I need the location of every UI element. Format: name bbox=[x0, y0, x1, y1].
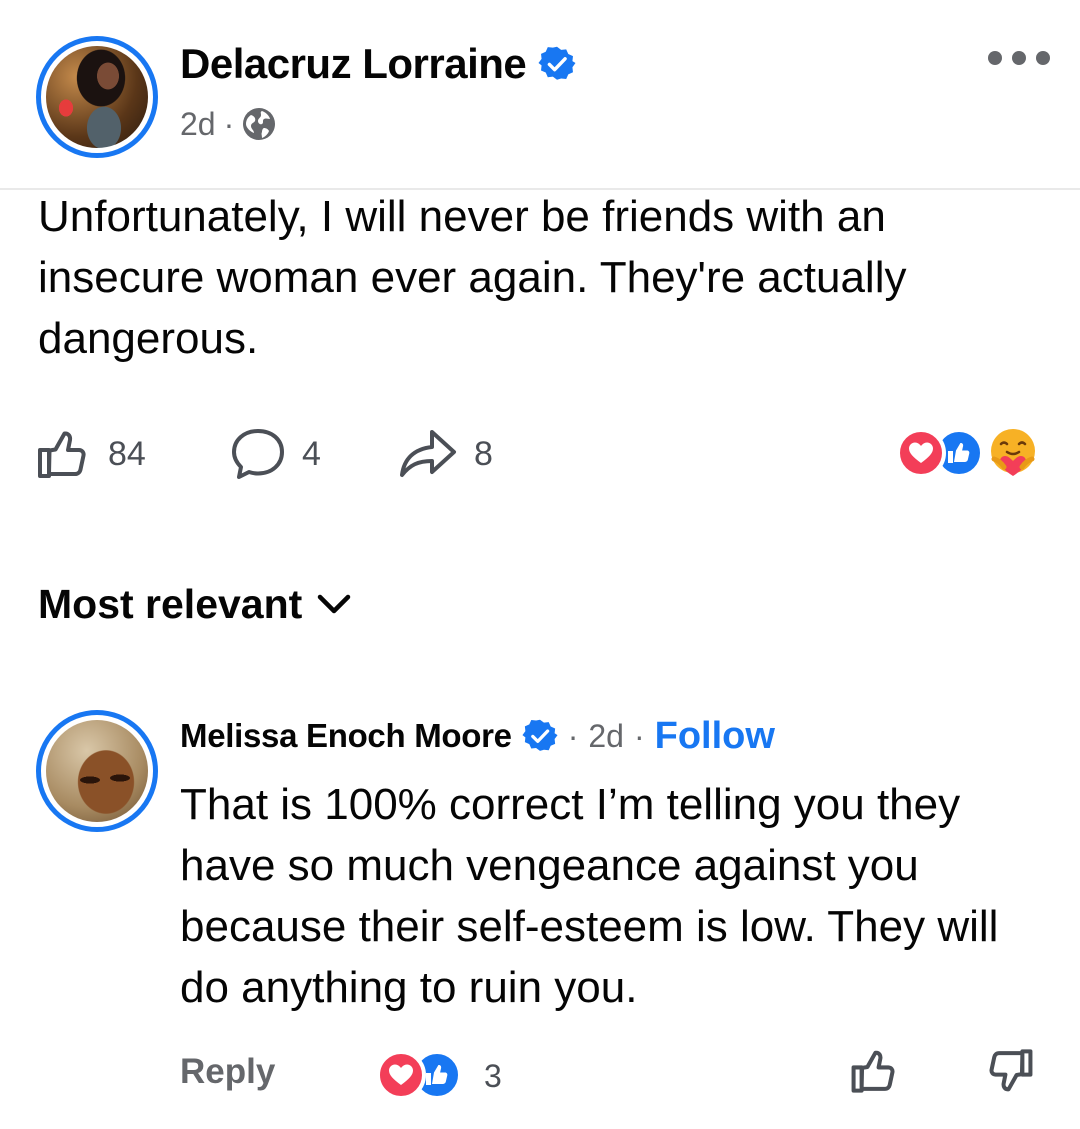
post-author-avatar[interactable] bbox=[36, 36, 158, 158]
commenter-avatar[interactable] bbox=[36, 710, 158, 832]
chevron-down-icon bbox=[318, 594, 351, 614]
comment-header: Melissa Enoch Moore · 2d · Follow bbox=[180, 712, 775, 760]
heart-love-icon bbox=[376, 1050, 426, 1100]
commenter-name[interactable]: Melissa Enoch Moore bbox=[180, 717, 512, 755]
comment-count: 4 bbox=[302, 434, 321, 473]
verified-badge-icon bbox=[538, 46, 576, 80]
share-count: 8 bbox=[474, 434, 493, 473]
more-options-icon[interactable] bbox=[988, 46, 1050, 70]
comment-reactions[interactable]: 3 bbox=[376, 1050, 516, 1100]
comment-text: That is 100% correct I’m telling you the… bbox=[180, 780, 999, 1012]
meta-separator: · bbox=[633, 717, 645, 754]
verified-badge-icon bbox=[522, 719, 558, 751]
share-arrow-icon bbox=[400, 430, 456, 477]
dot bbox=[1036, 51, 1050, 65]
sort-label: Most relevant bbox=[38, 580, 303, 627]
dot bbox=[1012, 51, 1026, 65]
thumbs-up-icon bbox=[38, 431, 86, 478]
post-author-row: Delacruz Lorraine bbox=[180, 40, 576, 88]
reply-button[interactable]: Reply bbox=[180, 1052, 275, 1092]
like-count: 84 bbox=[108, 434, 146, 473]
comment-sort-dropdown[interactable]: Most relevant bbox=[38, 578, 352, 630]
post-author-photo bbox=[46, 46, 148, 148]
post-text: Unfortunately, I will never be friends w… bbox=[38, 192, 907, 363]
commenter-photo bbox=[46, 720, 148, 822]
globe-icon[interactable] bbox=[242, 107, 276, 141]
thumbs-up-icon bbox=[851, 1050, 895, 1093]
heart-love-icon bbox=[896, 428, 946, 478]
like-button[interactable]: 84 bbox=[36, 424, 146, 484]
post-meta: 2d · bbox=[180, 104, 276, 144]
care-hug-icon bbox=[986, 426, 1040, 480]
downvote-button[interactable] bbox=[984, 1046, 1034, 1101]
post-time[interactable]: 2d bbox=[180, 106, 216, 143]
comment-time[interactable]: 2d bbox=[588, 718, 624, 755]
upvote-button[interactable] bbox=[850, 1046, 900, 1101]
meta-separator: · bbox=[223, 105, 235, 142]
comment-bubble-icon bbox=[232, 429, 284, 479]
dot bbox=[988, 51, 1002, 65]
share-button[interactable]: 8 bbox=[398, 424, 493, 484]
thumbs-down-icon bbox=[989, 1049, 1033, 1092]
comment-button[interactable]: 4 bbox=[230, 424, 321, 484]
meta-separator: · bbox=[567, 717, 579, 754]
follow-button[interactable]: Follow bbox=[655, 715, 775, 758]
comment-reaction-count: 3 bbox=[484, 1058, 502, 1094]
post-reactions[interactable] bbox=[896, 428, 1046, 480]
post-author-name[interactable]: Delacruz Lorraine bbox=[180, 40, 527, 88]
